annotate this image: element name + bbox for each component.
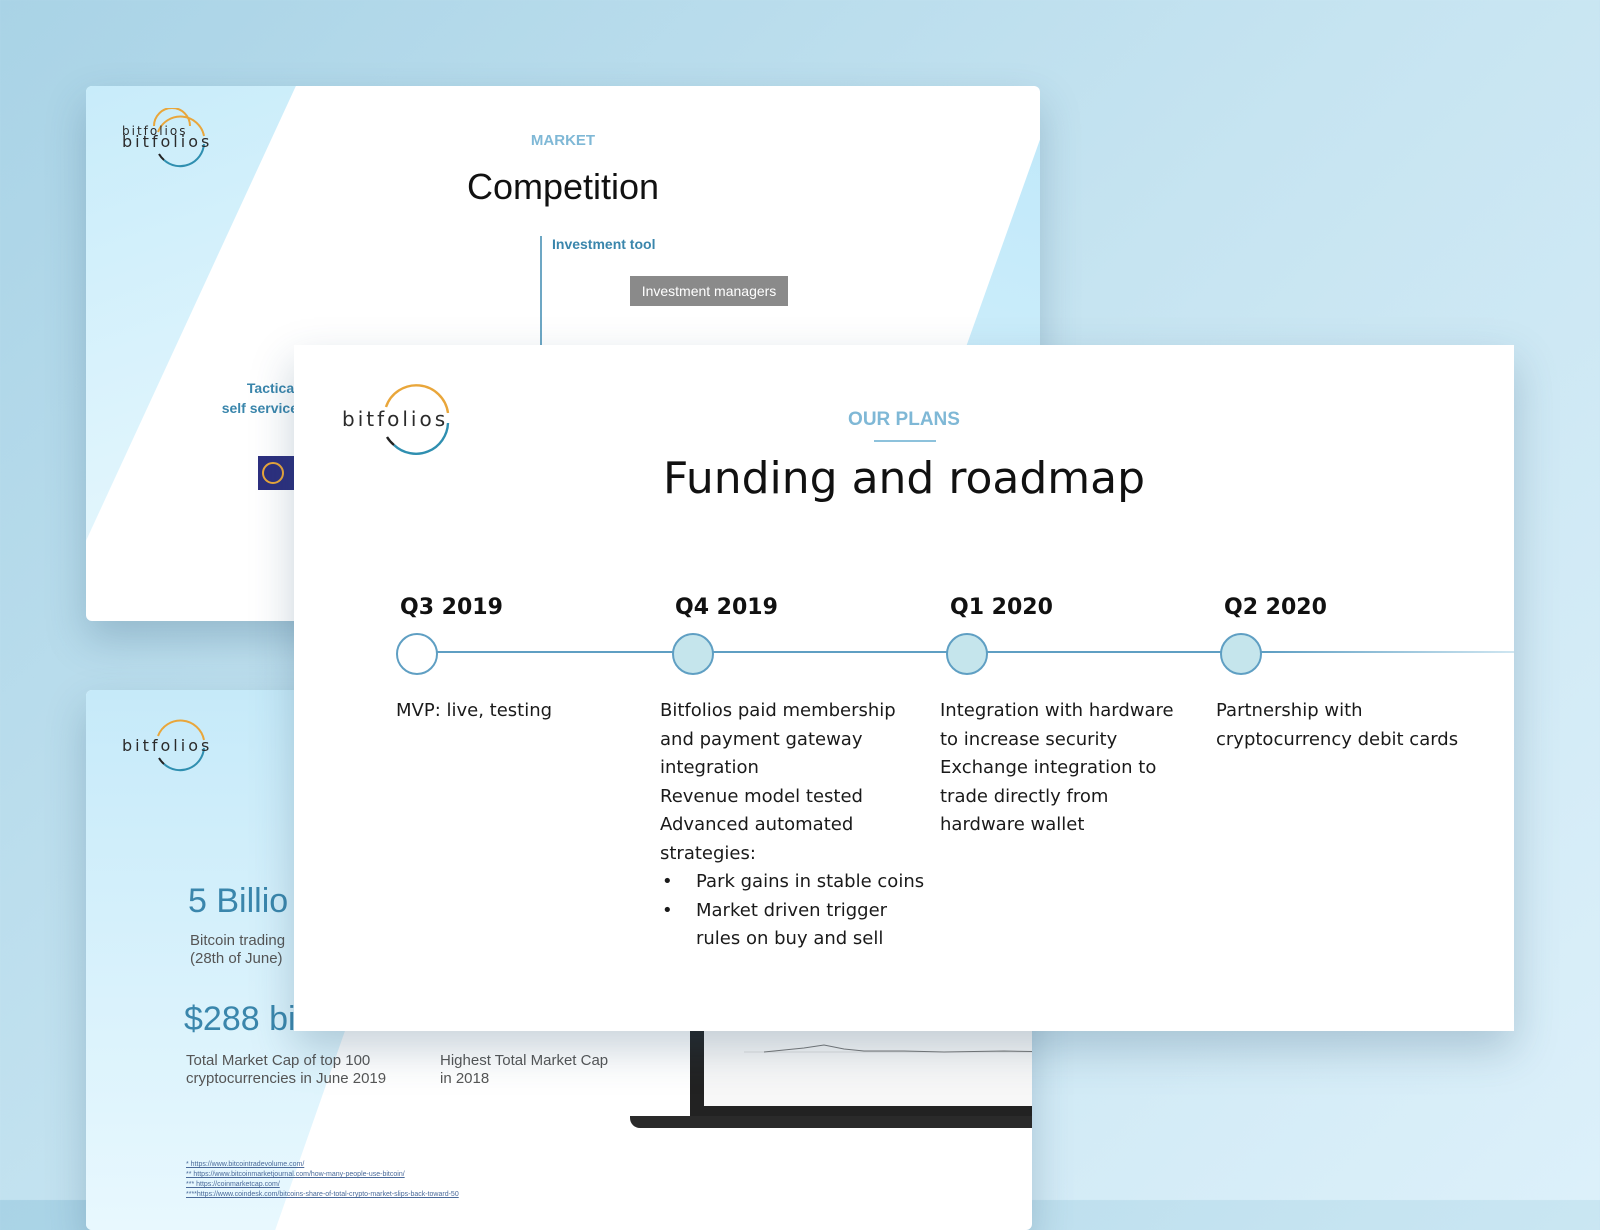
phase-text-line: Integration with hardware	[940, 700, 1174, 721]
roadmap-slide[interactable]: bitfolios OUR PLANS Funding and roadmap …	[294, 345, 1514, 1031]
axis-line	[540, 236, 542, 346]
phase-text-line: Revenue model tested	[660, 785, 863, 807]
slide-title: Competition	[466, 166, 660, 207]
stat-value: 5 Billio	[188, 882, 289, 920]
phase-text-line: MVP: live, testing	[396, 700, 553, 721]
stat-label: Highest Total Market Cap in 2018	[440, 1052, 609, 1087]
phase-text-line: Bitfolios paid membership	[660, 700, 896, 721]
phase-text-line: integration	[660, 757, 759, 778]
phase-text-line: Partnership with	[1216, 700, 1363, 721]
bitfolios-logo: bitfolios	[122, 712, 212, 782]
phase-text-line: hardware wallet	[940, 814, 1085, 835]
slide-title: Funding and roadmap	[662, 453, 1146, 504]
logo-text: bitfolios	[122, 736, 213, 755]
phase-text-line: to increase security	[940, 728, 1118, 750]
kicker-underline	[874, 440, 936, 442]
phase-description: Integration with hardware to increase sec…	[940, 697, 1190, 840]
section-kicker: OUR PLANS	[848, 409, 960, 430]
phase-text-line: cryptocurrency debit cards	[1216, 728, 1459, 750]
footnote-link[interactable]: *** https://coinmarketcap.com/	[186, 1180, 459, 1190]
phase-bullet-item: Park gains in stable coins	[660, 868, 930, 897]
quadrant-label: Tactical self service	[194, 378, 298, 418]
timeline-milestone-dot	[1220, 633, 1262, 675]
phase-description: Bitfolios paid membership and payment gat…	[660, 697, 930, 954]
phase-text-line: strategies:	[660, 842, 756, 864]
phase-description: MVP: live, testing	[396, 697, 646, 726]
phase-label: Q1 2020	[950, 595, 1053, 620]
phase-label: Q2 2020	[1224, 595, 1327, 620]
phase-bullet-list: Park gains in stable coinsMarket driven …	[660, 868, 930, 954]
footnote-link[interactable]: ****https://www.coindesk.com/bitcoins-sh…	[186, 1190, 459, 1200]
phase-text-line: Advanced automated	[660, 814, 854, 835]
footnotes: * https://www.bitcointradevolume.com/ **…	[186, 1160, 459, 1200]
competitor-box: Investment managers	[630, 276, 788, 306]
axis-label: Investment tool	[552, 236, 656, 252]
timeline-milestone-dot	[672, 633, 714, 675]
section-kicker: MARKET	[530, 132, 596, 149]
bitfolios-logo-small: bitfolios	[122, 108, 212, 178]
timeline-milestone-dot	[396, 633, 438, 675]
stat-value: $288 bi	[184, 1000, 296, 1038]
logo-text: bitfolios	[122, 124, 188, 138]
coin-icon	[262, 462, 284, 484]
timeline-line-end	[1266, 651, 1514, 653]
stat-label: Total Market Cap of top 100 cryptocurren…	[186, 1052, 387, 1087]
phase-text-line: and payment gateway	[660, 728, 863, 750]
competitor-logo	[258, 456, 298, 490]
footnote-link[interactable]: ** https://www.bitcoinmarketjournal.com/…	[186, 1170, 459, 1180]
footnote-link[interactable]: * https://www.bitcointradevolume.com/	[186, 1160, 459, 1170]
phase-text-line: Exchange integration to	[940, 757, 1157, 778]
phase-label: Q3 2019	[400, 595, 503, 620]
phase-label: Q4 2019	[675, 595, 778, 620]
phase-description: Partnership with cryptocurrency debit car…	[1216, 697, 1496, 754]
phase-bullet-item: Market driven trigger rules on buy and s…	[660, 897, 930, 954]
timeline-milestone-dot	[946, 633, 988, 675]
phase-text-line: trade directly from	[940, 785, 1109, 807]
quadrant-label-line: self service	[221, 400, 298, 416]
laptop-base	[630, 1116, 1032, 1128]
quadrant-label-line: Tactical	[246, 380, 298, 396]
